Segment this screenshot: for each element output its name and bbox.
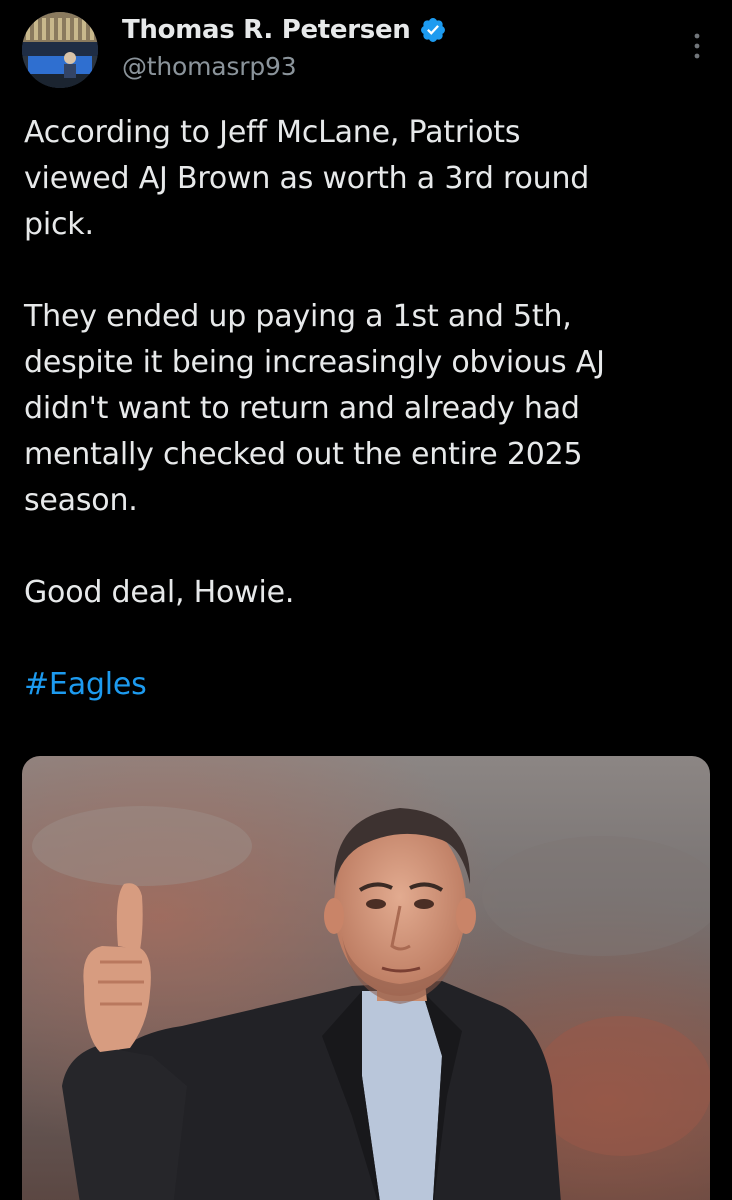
name-row: Thomas R. Petersen [122,12,447,48]
author-identity[interactable]: Thomas R. Petersen @thomasrp93 [122,12,447,81]
tweet-media-photo[interactable] [22,756,710,1200]
tweet-paragraph: They ended up paying a 1st and 5th, desp… [24,299,605,518]
author-handle[interactable]: @thomasrp93 [122,52,447,81]
avatar[interactable] [22,12,98,88]
hashtag-link[interactable]: #Eagles [24,662,714,708]
tweet-paragraph: Good deal, Howie. [24,575,295,610]
more-options-button[interactable] [682,26,712,66]
author-display-name[interactable]: Thomas R. Petersen [122,15,411,45]
photo-image [22,756,710,1200]
vertical-ellipsis-icon [694,33,700,59]
tweet-header: Thomas R. Petersen @thomasrp93 [22,12,712,88]
tweet-paragraph: According to Jeff McLane, Patriots viewe… [24,115,590,242]
tweet-body: According to Jeff McLane, Patriots viewe… [24,110,714,708]
verified-badge-icon [419,16,447,44]
avatar-image [22,12,98,88]
